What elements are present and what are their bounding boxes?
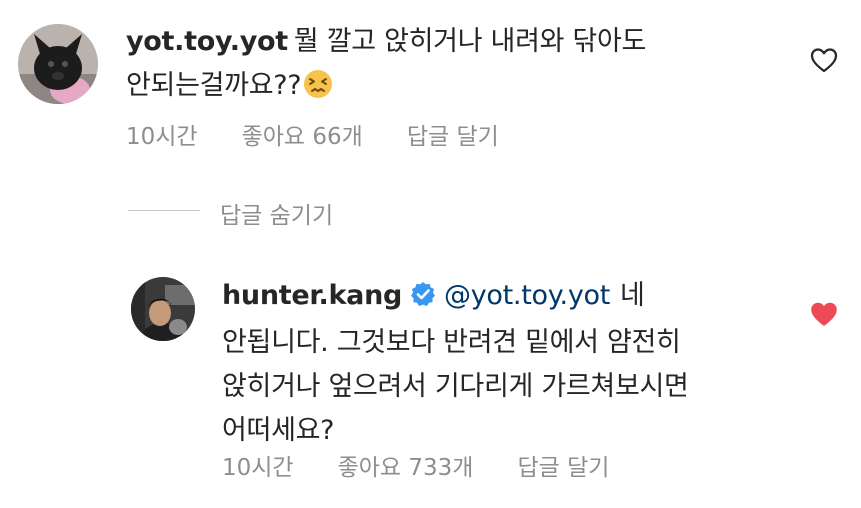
reply-body-line3: 앉히거나 엎으려서 기다리게 가르쳐보시면 — [222, 371, 689, 402]
comment-text: yot.toy.yot 뭘 깔고 앉히거나 내려와 닦아도 안되는걸까요?? — [126, 20, 766, 113]
reply-item: hunter.kang @yot.toy.yot 네 안됩니다. 그것보다 반려견… — [0, 260, 861, 508]
heart-filled-icon[interactable] — [810, 301, 838, 331]
comment-meta: 10시간 좋아요 66개 답글 달기 — [126, 117, 543, 151]
reply-body-line1: 네 — [620, 280, 645, 311]
persevering-face-icon — [303, 69, 333, 113]
reply-body-line4: 어떠세요? — [222, 415, 335, 446]
comment-timestamp: 10시간 — [126, 124, 198, 150]
comment-body-line2: 안되는걸까요?? — [126, 70, 302, 101]
verified-badge-icon — [410, 277, 436, 321]
reply-timestamp: 10시간 — [222, 455, 294, 481]
hide-replies-button[interactable]: 답글 숨기기 — [220, 196, 333, 230]
heart-outline-icon[interactable] — [810, 47, 838, 77]
reply-like-count[interactable]: 좋아요 733개 — [338, 448, 474, 482]
reply-meta: 10시간 좋아요 733개 답글 달기 — [222, 448, 653, 482]
reply-body-line2: 안됩니다. 그것보다 반려견 밑에서 얌전히 — [222, 327, 681, 358]
reply-button[interactable]: 답글 달기 — [517, 448, 609, 482]
avatar[interactable] — [18, 24, 98, 104]
reply-text: hunter.kang @yot.toy.yot 네 안됩니다. 그것보다 반려견… — [222, 274, 792, 453]
mention-link[interactable]: @yot.toy.yot — [444, 280, 610, 311]
reply-button[interactable]: 답글 달기 — [407, 117, 499, 151]
hide-replies-divider — [128, 210, 200, 211]
comment-item: yot.toy.yot 뭘 깔고 앉히거나 내려와 닦아도 안되는걸까요?? 10… — [0, 0, 861, 200]
comment-username[interactable]: yot.toy.yot — [126, 26, 288, 57]
avatar[interactable] — [131, 277, 195, 341]
comment-body-line1: 뭘 깔고 앉히거나 내려와 닦아도 — [293, 26, 647, 57]
comment-like-count[interactable]: 좋아요 66개 — [242, 117, 363, 151]
reply-username[interactable]: hunter.kang — [222, 280, 402, 311]
